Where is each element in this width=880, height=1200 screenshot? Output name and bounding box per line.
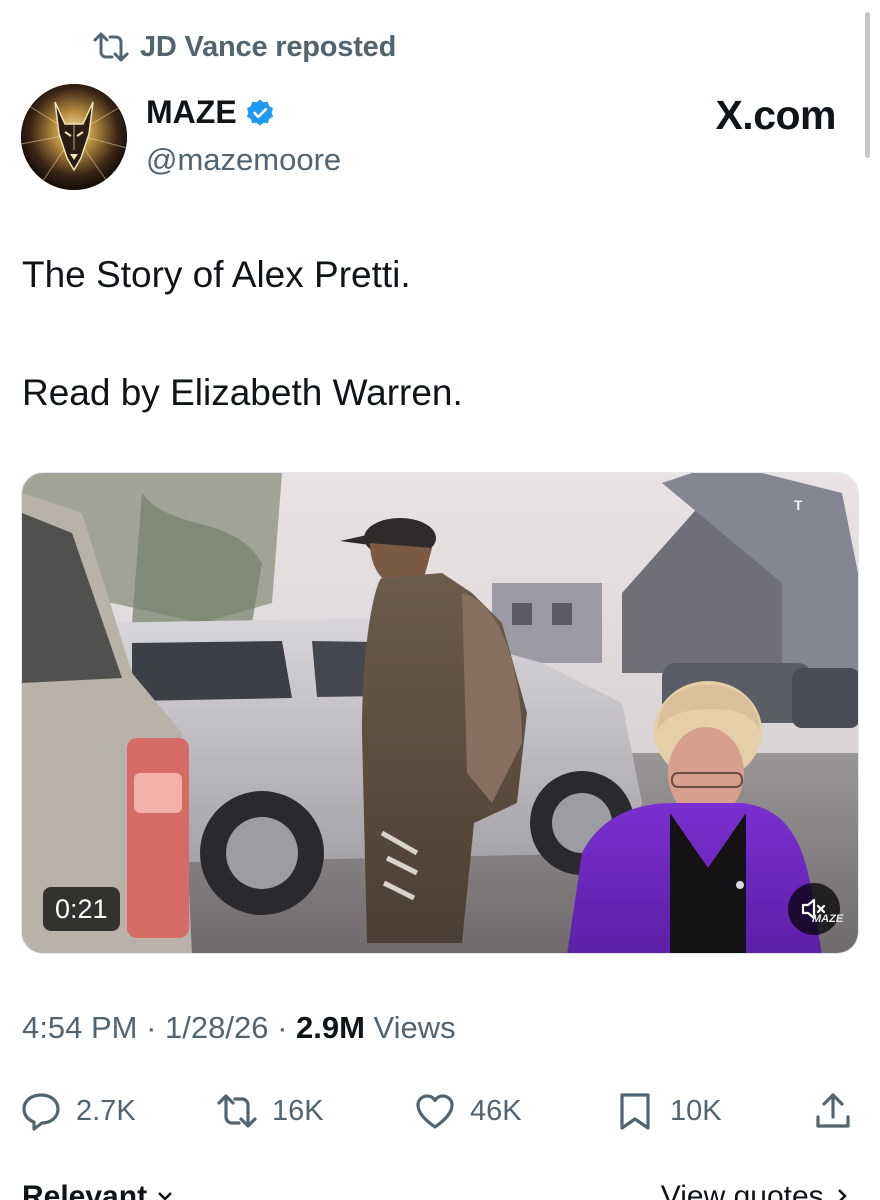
display-name[interactable]: MAZE — [146, 94, 237, 131]
view-quotes-link[interactable]: View quotes — [661, 1180, 852, 1200]
repost-count: 16K — [272, 1094, 324, 1127]
video-watermark: MAZE — [812, 913, 844, 925]
sort-relevant-button[interactable]: Relevant — [22, 1180, 175, 1200]
like-icon — [416, 1094, 454, 1129]
share-icon — [816, 1093, 850, 1128]
meta-separator: · — [268, 1010, 297, 1045]
site-label: X.com — [715, 92, 836, 138]
chevron-right-icon — [838, 1189, 847, 1200]
verified-badge-icon — [246, 99, 273, 125]
views-label: Views — [364, 1010, 456, 1045]
post-meta: 4:54 PM · 1/28/26 · 2.9M Views — [22, 1010, 456, 1046]
post-date[interactable]: 1/28/26 — [165, 1010, 268, 1045]
action-bar: 2.7K 16K 46K 10K — [20, 1086, 860, 1136]
avatar[interactable] — [21, 84, 127, 190]
share-button[interactable] — [812, 1086, 854, 1136]
view-quotes-label: View quotes — [660, 1180, 824, 1200]
reply-icon — [22, 1093, 60, 1131]
post-text-line-1: The Story of Alex Pretti. — [22, 254, 411, 295]
views-count: 2.9M — [296, 1010, 365, 1045]
video-corner-mark: T — [794, 497, 803, 513]
post-time[interactable]: 4:54 PM — [22, 1010, 137, 1045]
sort-label: Relevant — [22, 1180, 148, 1200]
chevron-down-icon — [158, 1192, 173, 1200]
repost-icon — [217, 1094, 257, 1128]
repost-context[interactable]: JD Vance reposted — [92, 30, 396, 64]
author-name-row[interactable]: MAZE — [146, 94, 275, 131]
reply-button[interactable]: 2.7K — [20, 1086, 136, 1136]
video-duration-badge: 0:21 — [43, 887, 120, 931]
post-text-line-2: Read by Elizabeth Warren. — [22, 372, 463, 413]
video-player[interactable]: T 0:21 MAZE — [21, 472, 859, 954]
like-button[interactable]: 46K — [414, 1086, 522, 1136]
repost-button[interactable]: 16K — [216, 1086, 324, 1136]
bookmark-button[interactable]: 10K — [614, 1086, 722, 1136]
repost-icon — [93, 32, 129, 62]
reply-count: 2.7K — [76, 1094, 136, 1127]
meta-separator: · — [137, 1010, 166, 1045]
author-handle[interactable]: @mazemoore — [146, 142, 341, 178]
like-count: 46K — [470, 1094, 522, 1127]
mute-button[interactable] — [788, 883, 840, 935]
post-page: JD Vance reposted MAZE @mazemoore X.com … — [0, 0, 880, 1200]
bookmark-icon — [620, 1093, 650, 1130]
bookmark-count: 10K — [670, 1094, 722, 1127]
video-frame — [22, 473, 858, 953]
repost-label: JD Vance reposted — [140, 30, 397, 63]
scrollbar[interactable] — [865, 12, 870, 158]
avatar-wolf-logo — [21, 84, 127, 190]
